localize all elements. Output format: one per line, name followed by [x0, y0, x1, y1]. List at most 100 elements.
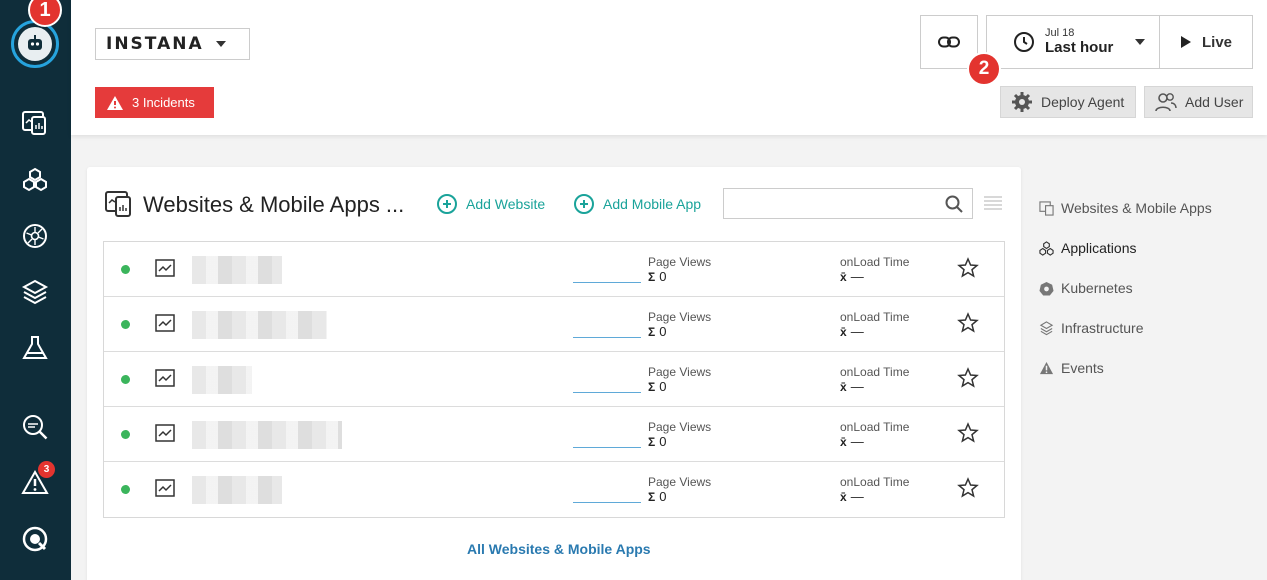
deploy-agent-button[interactable]: Deploy Agent — [1000, 86, 1136, 118]
rmenu-label: Infrastructure — [1061, 320, 1144, 336]
page-views-value: 0 — [659, 488, 667, 504]
sum-symbol: Σ — [648, 324, 656, 339]
page-views-metric: Page Views Σ0 — [648, 365, 711, 395]
mean-symbol: x̄ — [840, 324, 847, 339]
step-badge-1: 1 — [28, 0, 62, 27]
chart-window-icon — [155, 424, 175, 442]
sum-symbol: Σ — [648, 379, 656, 394]
applications-icon — [1039, 240, 1054, 256]
incidents-label: 3 Incidents — [132, 95, 195, 110]
onload-time-value-line: x̄ — — [840, 488, 909, 505]
star-icon[interactable] — [957, 477, 979, 499]
avatar-inner — [18, 27, 52, 61]
website-name-redacted — [192, 421, 342, 449]
star-icon[interactable] — [957, 257, 979, 279]
list-menu-icon[interactable] — [984, 196, 1002, 210]
website-name-redacted — [192, 311, 327, 339]
websites-icon — [105, 191, 131, 217]
incidents-button[interactable]: 3 Incidents — [95, 87, 214, 118]
page-views-value-line: Σ0 — [648, 323, 711, 340]
websites-icon[interactable] — [20, 108, 50, 138]
add-user-label: Add User — [1185, 94, 1244, 110]
onload-time-value: — — [850, 488, 864, 504]
onload-time-value: — — [850, 323, 864, 339]
infrastructure-layers-icon — [1039, 320, 1054, 335]
website-name-redacted — [192, 256, 282, 284]
top-header: INSTANA 3 Incidents Jul 18 Last hour Liv… — [71, 0, 1267, 135]
chart-window-icon — [155, 259, 175, 277]
right-quick-nav: Websites & Mobile Apps Applications Kube… — [1039, 188, 1212, 388]
page-views-value: 0 — [659, 323, 667, 339]
onload-time-label: onLoad Time — [840, 255, 910, 269]
sum-symbol: Σ — [648, 269, 656, 284]
rmenu-item-kubernetes[interactable]: Kubernetes — [1039, 268, 1212, 308]
mean-symbol: x̄ — [840, 379, 847, 394]
onload-time-metric: onLoad Time x̄ — — [840, 310, 909, 340]
mean-symbol: x̄ — [840, 269, 847, 284]
rmenu-label: Applications — [1061, 240, 1137, 256]
onload-time-value: — — [850, 268, 864, 284]
list-item[interactable]: Page Views Σ0 onLoad Time x̄ — — [104, 407, 1004, 462]
page-views-label: Page Views — [648, 420, 712, 434]
star-icon[interactable] — [957, 367, 979, 389]
onload-time-value-line: x̄ — — [840, 323, 909, 340]
rmenu-item-applications[interactable]: Applications — [1039, 228, 1212, 268]
tenant-select[interactable]: INSTANA — [95, 28, 250, 60]
rmenu-label: Events — [1061, 360, 1104, 376]
rmenu-item-websites[interactable]: Websites & Mobile Apps — [1039, 188, 1212, 228]
sum-symbol: Σ — [648, 434, 656, 449]
help-icon[interactable] — [20, 524, 50, 554]
sum-symbol: Σ — [648, 489, 656, 504]
robot-avatar-icon[interactable] — [11, 20, 59, 68]
rmenu-item-infrastructure[interactable]: Infrastructure — [1039, 308, 1212, 348]
rmenu-item-events[interactable]: Events — [1039, 348, 1212, 388]
page-views-value-line: Σ0 — [648, 379, 711, 395]
add-mobile-app-button[interactable]: Add Mobile App — [574, 194, 701, 214]
add-user-button[interactable]: Add User — [1144, 86, 1253, 118]
search-input[interactable] — [723, 188, 973, 219]
timeframe-picker[interactable]: Jul 18 Last hour — [986, 15, 1160, 69]
onload-time-label: onLoad Time — [840, 475, 910, 489]
play-icon — [1180, 36, 1191, 48]
timeframe-range: Last hour — [1045, 38, 1114, 56]
list-item[interactable]: Page Views Σ0 onLoad Time x̄ — — [104, 462, 1004, 517]
chart-window-icon — [155, 314, 175, 332]
onload-time-value-line: x̄ — — [840, 379, 909, 395]
onload-time-value-line: x̄ — — [840, 268, 909, 285]
add-website-button[interactable]: Add Website — [437, 194, 545, 214]
events-triangle-icon — [1039, 361, 1054, 374]
flask-icon[interactable] — [20, 333, 50, 363]
mean-symbol: x̄ — [840, 489, 847, 504]
deploy-agent-label: Deploy Agent — [1041, 94, 1125, 110]
page-views-value-line: Σ0 — [648, 269, 711, 285]
gear-icon — [1012, 92, 1032, 112]
analyze-search-icon[interactable] — [20, 412, 50, 442]
search-icon[interactable] — [945, 195, 963, 213]
list-item[interactable]: Page Views Σ0 onLoad Time x̄ — — [104, 352, 1004, 407]
page-views-value-line: Σ0 — [648, 434, 711, 450]
sparkline — [573, 502, 641, 503]
status-dot — [121, 265, 130, 274]
link-icon — [938, 36, 960, 48]
live-button[interactable]: Live — [1159, 15, 1253, 69]
star-icon[interactable] — [957, 312, 979, 334]
website-name-redacted — [192, 476, 282, 504]
infrastructure-layers-icon[interactable] — [20, 277, 50, 307]
status-dot — [121, 320, 130, 329]
website-name-redacted — [192, 366, 252, 394]
onload-time-metric: onLoad Time x̄ — — [840, 420, 909, 450]
list-item[interactable]: Page Views Σ0 onLoad Time x̄ — — [104, 242, 1004, 297]
list-item[interactable]: Page Views Σ0 onLoad Time x̄ — — [104, 297, 1004, 352]
kubernetes-icon[interactable] — [20, 221, 50, 251]
applications-icon[interactable] — [20, 165, 50, 195]
chevron-down-icon — [1135, 39, 1146, 45]
websites-icon — [1039, 200, 1054, 216]
live-label: Live — [1201, 33, 1232, 51]
onload-time-metric: onLoad Time x̄ — — [840, 475, 910, 505]
onload-time-value: — — [850, 433, 864, 449]
websites-card: Websites & Mobile Apps ... Add Website A… — [87, 167, 1021, 580]
kubernetes-icon — [1039, 281, 1054, 296]
onload-time-value-line: x̄ — — [840, 433, 909, 450]
all-websites-link[interactable]: All Websites & Mobile Apps — [467, 541, 651, 557]
star-icon[interactable] — [957, 422, 979, 444]
